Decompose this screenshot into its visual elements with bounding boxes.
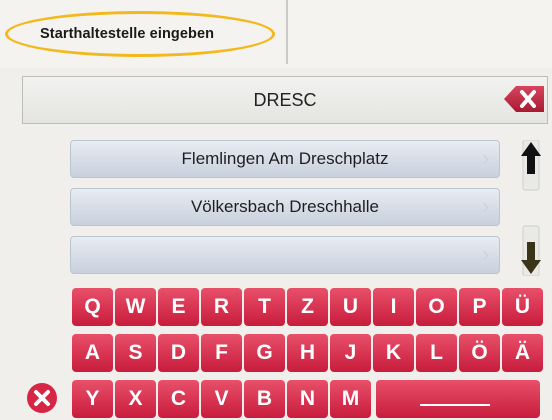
key-o[interactable]: O [416, 288, 457, 326]
close-circle-icon [27, 383, 57, 413]
key-p[interactable]: P [459, 288, 500, 326]
key-r[interactable]: R [201, 288, 242, 326]
key-i[interactable]: I [373, 288, 414, 326]
key-w[interactable]: W [115, 288, 156, 326]
result-item[interactable]: Flemlingen Am Dreschplatz › [70, 140, 500, 178]
result-label: Völkersbach Dreschhalle [190, 197, 380, 216]
key-b[interactable]: B [244, 380, 285, 418]
key-m[interactable]: M [330, 380, 371, 418]
space-key-underline [420, 404, 490, 406]
key-ae[interactable]: Ä [502, 334, 543, 372]
key-d[interactable]: D [158, 334, 199, 372]
key-x[interactable]: X [115, 380, 156, 418]
key-oe[interactable]: Ö [459, 334, 500, 372]
clear-button[interactable] [502, 84, 546, 114]
scroll-controls [520, 139, 542, 277]
key-y[interactable]: Y [72, 380, 113, 418]
key-g[interactable]: G [244, 334, 285, 372]
result-item-empty[interactable]: › [70, 236, 500, 274]
close-button[interactable] [26, 382, 58, 414]
chevron-right-icon: › [482, 196, 489, 218]
page-title[interactable]: Starthaltestelle eingeben [40, 26, 214, 42]
key-c[interactable]: C [158, 380, 199, 418]
tab-divider [286, 0, 288, 64]
key-a[interactable]: A [72, 334, 113, 372]
key-k[interactable]: K [373, 334, 414, 372]
key-z[interactable]: Z [287, 288, 328, 326]
key-h[interactable]: H [287, 334, 328, 372]
header-bar: Starthaltestelle eingeben [0, 0, 552, 68]
search-field[interactable]: DRESC [22, 76, 548, 124]
key-n[interactable]: N [287, 380, 328, 418]
key-t[interactable]: T [244, 288, 285, 326]
key-ue[interactable]: Ü [502, 288, 543, 326]
space-key[interactable] [376, 380, 540, 418]
key-s[interactable]: S [115, 334, 156, 372]
key-f[interactable]: F [201, 334, 242, 372]
backspace-x-icon [504, 86, 544, 112]
key-e[interactable]: E [158, 288, 199, 326]
chevron-right-icon: › [482, 148, 489, 170]
key-j[interactable]: J [330, 334, 371, 372]
key-l[interactable]: L [416, 334, 457, 372]
result-item[interactable]: Völkersbach Dreschhalle › [70, 188, 500, 226]
result-label: Flemlingen Am Dreschplatz [181, 149, 389, 168]
key-u[interactable]: U [330, 288, 371, 326]
search-input-value: DRESC [253, 90, 317, 110]
key-v[interactable]: V [201, 380, 242, 418]
chevron-right-icon: › [482, 244, 489, 266]
key-q[interactable]: Q [72, 288, 113, 326]
